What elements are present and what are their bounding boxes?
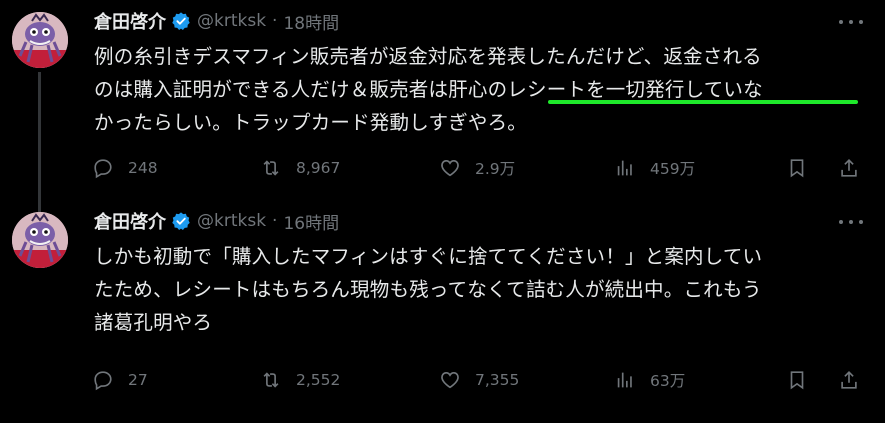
tweet[interactable]: 倉田啓介 @krtksk · 16時間 しかも初動で「購入したマフィンはすぐに捨… — [0, 200, 885, 423]
tweet-actions: 248 8,967 2.9万 459万 — [92, 153, 872, 183]
separator-dot: · — [272, 11, 278, 31]
green-underline-annotation — [548, 100, 858, 104]
timeline: 倉田啓介 @krtksk · 18時間 例の糸引きデスマフィン販売者が返金対応を… — [0, 0, 885, 423]
views-button[interactable]: 459万 — [614, 153, 695, 183]
verified-badge-icon — [171, 11, 191, 31]
separator-dot: · — [272, 211, 278, 231]
heart-icon — [441, 160, 459, 177]
reply-button[interactable]: 248 — [92, 153, 158, 183]
tweet-actions: 27 2,552 7,355 63万 — [92, 365, 872, 395]
bookmark-button[interactable] — [786, 365, 808, 395]
tweet-header: 倉田啓介 @krtksk · 18時間 — [94, 8, 339, 34]
reply-icon — [94, 159, 112, 179]
thread-connector-line — [38, 72, 41, 212]
like-button[interactable]: 7,355 — [439, 365, 519, 395]
tweet-text-line: かったらしい。トラップカード発動しすぎやろ。 — [94, 111, 528, 134]
author-name[interactable]: 倉田啓介 — [94, 208, 166, 234]
avatar-image — [12, 212, 68, 268]
retweet-count: 2,552 — [296, 371, 341, 389]
tweet-timestamp[interactable]: 18時間 — [283, 9, 339, 34]
share-button[interactable] — [838, 153, 860, 183]
share-button[interactable] — [838, 365, 860, 395]
retweet-count: 8,967 — [296, 159, 341, 177]
tweet-text-line: 例の糸引きデスマフィン販売者が返金対応を発表したんだけど、返金される — [94, 45, 762, 68]
tweet-header: 倉田啓介 @krtksk · 16時間 — [94, 208, 339, 234]
bookmark-icon — [790, 371, 804, 390]
avatar[interactable] — [12, 12, 68, 68]
share-icon — [841, 159, 857, 177]
tweet-text-line: 諸葛孔明やろ — [94, 311, 213, 334]
analytics-icon — [617, 372, 632, 388]
author-handle[interactable]: @krtksk — [197, 211, 266, 231]
more-options-icon[interactable] — [839, 14, 863, 30]
avatar-image — [12, 12, 68, 68]
verified-badge-icon — [171, 211, 191, 231]
share-icon — [841, 371, 857, 389]
like-count: 7,355 — [475, 371, 520, 389]
retweet-button[interactable]: 2,552 — [260, 365, 340, 395]
tweet-timestamp[interactable]: 16時間 — [283, 209, 339, 234]
bookmark-button[interactable] — [786, 153, 808, 183]
reply-icon — [94, 371, 112, 391]
heart-icon — [441, 372, 459, 389]
tweet[interactable]: 倉田啓介 @krtksk · 18時間 例の糸引きデスマフィン販売者が返金対応を… — [0, 0, 885, 212]
view-count: 63万 — [650, 372, 686, 390]
author-name[interactable]: 倉田啓介 — [94, 8, 166, 34]
avatar[interactable] — [12, 212, 68, 268]
views-button[interactable]: 63万 — [614, 365, 685, 395]
retweet-icon — [263, 372, 279, 388]
retweet-icon — [263, 160, 279, 176]
reply-count: 248 — [128, 159, 158, 177]
tweet-text: 例の糸引きデスマフィン販売者が返金対応を発表したんだけど、返金される のは購入証… — [94, 40, 864, 139]
author-handle[interactable]: @krtksk — [197, 11, 266, 31]
analytics-icon — [617, 160, 632, 176]
retweet-button[interactable]: 8,967 — [260, 153, 340, 183]
tweet-text-line: たため、レシートはもちろん現物も残ってなくて詰む人が続出中。これもう — [94, 278, 762, 301]
tweet-text-line: しかも初動で「購入したマフィンはすぐに捨ててください！」と案内してい — [94, 245, 763, 268]
reply-button[interactable]: 27 — [92, 365, 148, 395]
reply-count: 27 — [128, 371, 148, 389]
more-options-icon[interactable] — [839, 214, 863, 230]
tweet-text: しかも初動で「購入したマフィンはすぐに捨ててください！」と案内してい たため、レ… — [94, 240, 864, 339]
like-count: 2.9万 — [475, 160, 516, 178]
view-count: 459万 — [650, 160, 696, 178]
like-button[interactable]: 2.9万 — [439, 153, 515, 183]
bookmark-icon — [790, 159, 804, 178]
